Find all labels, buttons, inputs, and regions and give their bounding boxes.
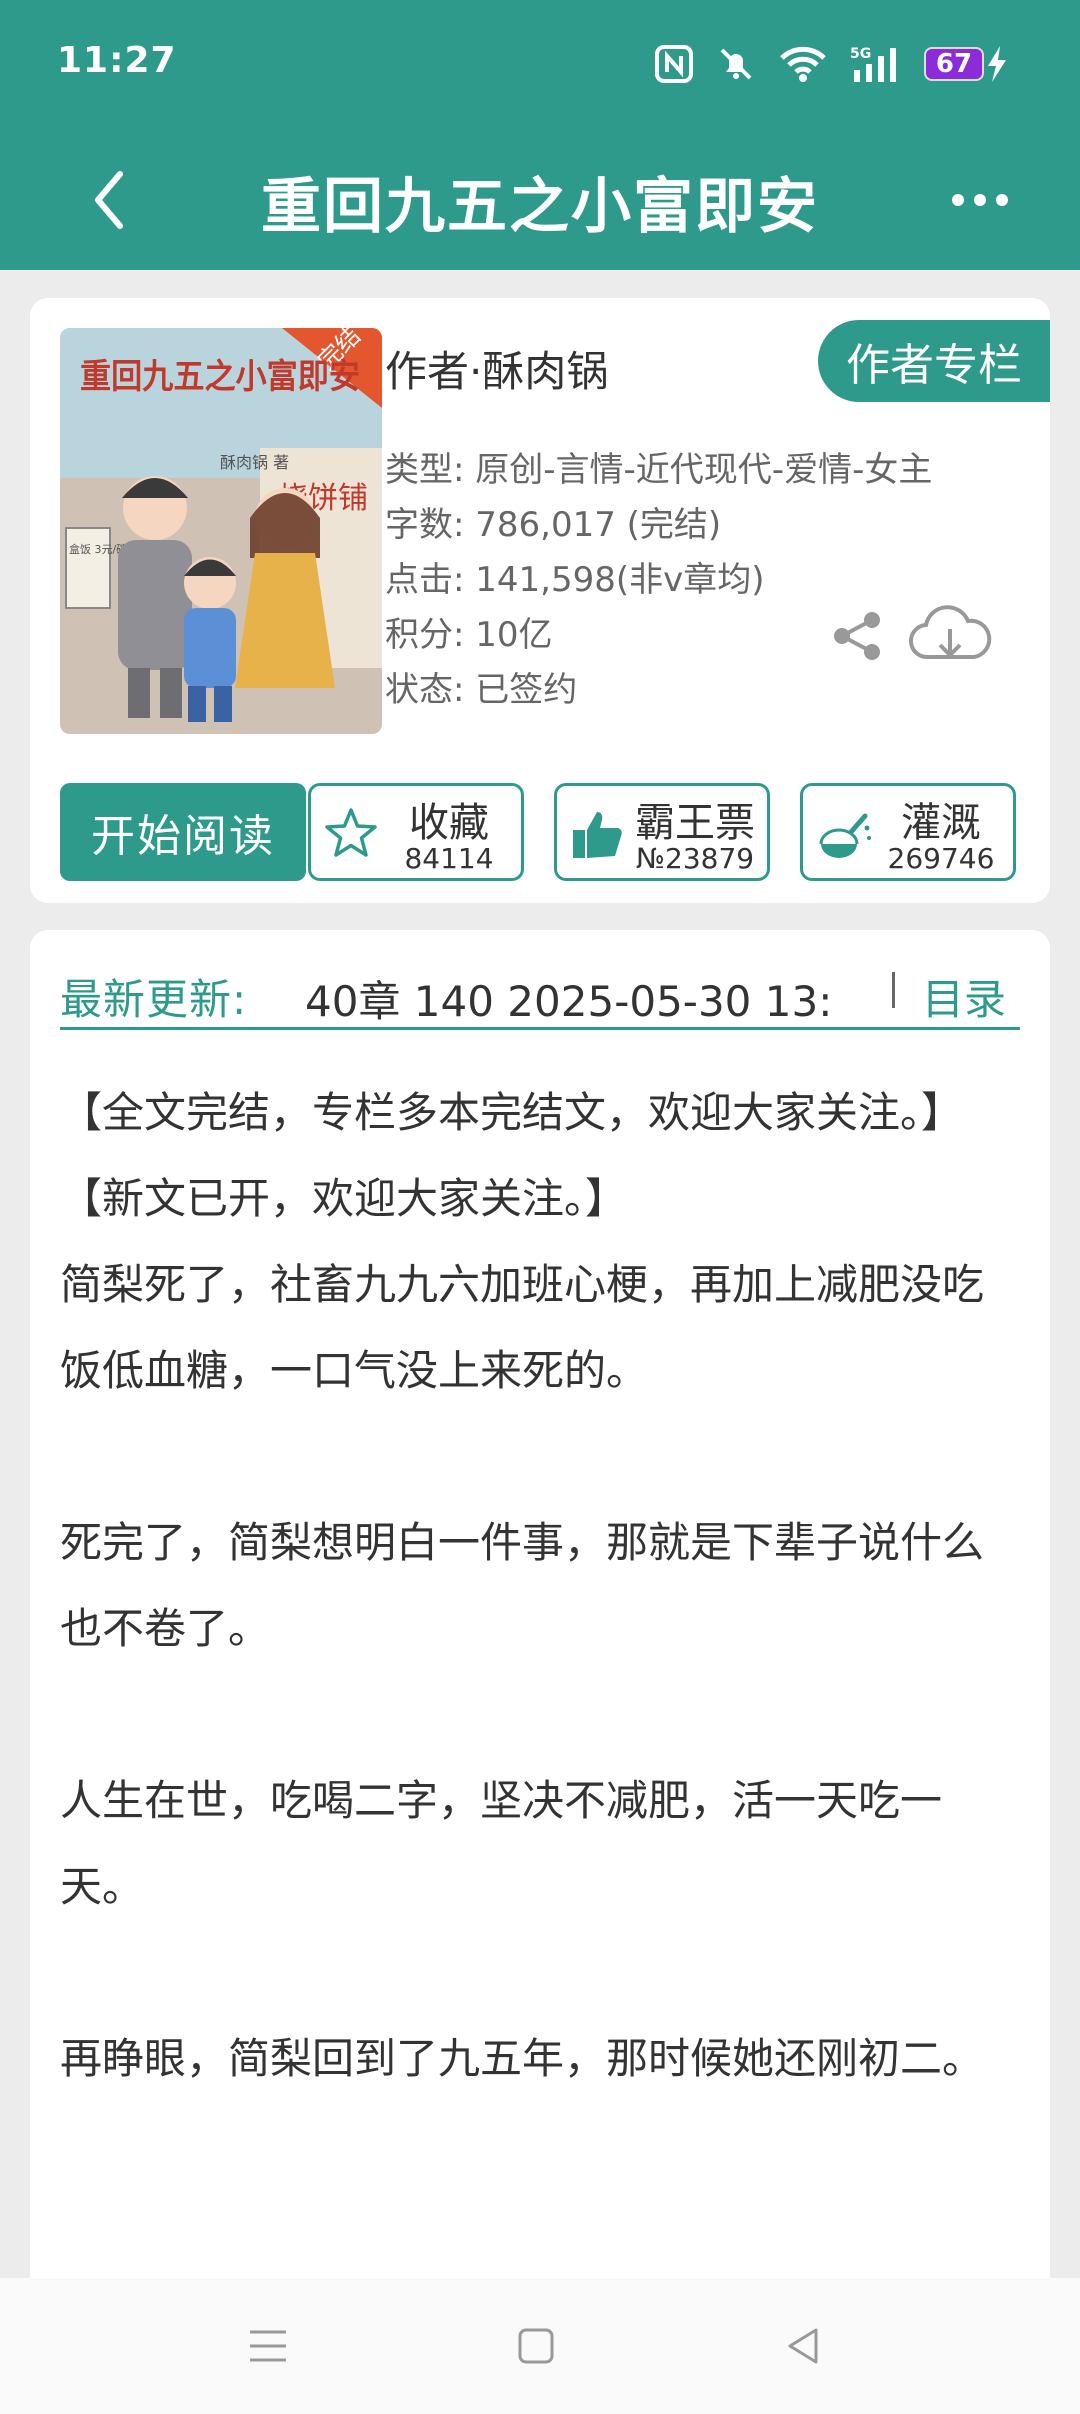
home-square-icon[interactable] [508, 2318, 564, 2374]
summary-paragraph: 【全文完结，专栏多本完结文，欢迎大家关注。】【新文已开，欢迎大家关注。】 [60, 1088, 964, 1223]
favorite-label: 收藏 [409, 800, 489, 846]
table-of-contents-link[interactable]: 目录 [922, 966, 1006, 1027]
meta-status: 状态: 已签约 [385, 670, 578, 710]
menu-icon[interactable] [240, 2318, 296, 2374]
top-bar: 11:27 5G 67 重回九五之小富即安 [0, 0, 1080, 270]
svg-text:5G: 5G [850, 46, 871, 62]
star-icon [325, 808, 377, 857]
meta-genre: 类型: 原创-言情-近代现代-爱情-女主 [385, 450, 933, 490]
system-navigation-bar [0, 2278, 1080, 2414]
summary-paragraph: 人生在世，吃喝二字，坚决不减肥，活一天吃一天。 [60, 1776, 943, 1911]
cover-title-art: 重回九五之小富即安 [80, 357, 360, 397]
book-summary: 【全文完结，专栏多本完结文，欢迎大家关注。】【新文已开，欢迎大家关注。】 简梨死… [60, 1070, 1020, 2102]
favorite-count: 84114 [404, 842, 494, 875]
summary-paragraph: 再睁眼，简梨回到了九五年，那时候她还刚初二。 [60, 2034, 985, 2083]
meta-word-count: 字数: 786,017 (完结) [385, 505, 722, 545]
flask-icon [819, 813, 871, 858]
nutrient-count: 269746 [887, 842, 995, 875]
summary-blank-line [60, 1414, 1020, 1500]
meta-clicks: 点击: 141,598(非v章均) [385, 560, 765, 600]
nutrient-button[interactable]: 灌溉 269746 [800, 783, 1016, 881]
cover-author-mark: 酥肉锅 著 [220, 453, 289, 472]
summary-blank-line [60, 1672, 1020, 1758]
book-meta: 类型: 原创-言情-近代现代-爱情-女主 字数: 786,017 (完结) 点击… [385, 443, 932, 718]
signal-5g-icon: 5G [850, 46, 896, 82]
author-column-button[interactable]: 作者专栏 [818, 320, 1050, 402]
text-separator [892, 972, 895, 1008]
vote-count: №23879 [635, 842, 755, 875]
status-time: 11:27 [57, 40, 177, 81]
author-name[interactable]: 作者·酥肉锅 [385, 338, 608, 399]
mute-bell-icon [720, 48, 752, 80]
cover-signboard: 盒饭 3元/碗 [69, 542, 127, 556]
wifi-icon [780, 46, 826, 82]
summary-paragraph: 简梨死了，社畜九九六加班心梗，再加上减肥没吃饭低血糖，一口气没上来死的。 [60, 1260, 985, 1395]
favorite-button[interactable]: 收藏 84114 [308, 783, 524, 881]
summary-blank-line [60, 1930, 1020, 2016]
charging-icon [988, 46, 1006, 82]
download-cloud-icon[interactable] [908, 603, 992, 669]
vote-button[interactable]: 霸王票 №23879 [554, 783, 770, 881]
thumbs-up-icon [573, 812, 622, 858]
latest-update-text[interactable]: 40章 140 2025-05-30 13: [305, 968, 885, 1029]
more-options-icon[interactable] [940, 170, 1020, 230]
book-content-card: 最新更新: 40章 140 2025-05-30 13: 目录 【全文完结，专栏… [30, 930, 1050, 2414]
back-triangle-icon[interactable] [776, 2318, 832, 2374]
nutrient-label: 灌溉 [901, 800, 981, 846]
app-header: 重回九五之小富即安 [0, 130, 1080, 270]
latest-update-row[interactable]: 最新更新: 40章 140 2025-05-30 13: 目录 [60, 960, 1020, 1030]
vote-label: 霸王票 [635, 800, 755, 846]
book-info-card: 烧饼铺 盒饭 3元/碗 完结 重回九五之小富即安 酥肉锅 著 作者·酥肉锅 作者… [30, 298, 1050, 903]
status-icons: 5G 67 [654, 40, 1010, 88]
start-reading-button[interactable]: 开始阅读 [60, 783, 306, 881]
battery-level: 67 [924, 47, 984, 81]
nfc-icon [655, 45, 693, 83]
latest-update-label: 最新更新: [60, 975, 248, 1024]
status-bar: 11:27 5G 67 [0, 0, 1080, 130]
page-title: 重回九五之小富即安 [261, 172, 819, 242]
share-icon[interactable] [830, 608, 886, 664]
summary-paragraph: 死完了，简梨想明白一件事，那就是下辈子说什么也不卷了。 [60, 1518, 985, 1653]
book-cover-image[interactable]: 烧饼铺 盒饭 3元/碗 完结 重回九五之小富即安 酥肉锅 著 [60, 328, 382, 734]
battery-indicator: 67 [924, 44, 1010, 84]
